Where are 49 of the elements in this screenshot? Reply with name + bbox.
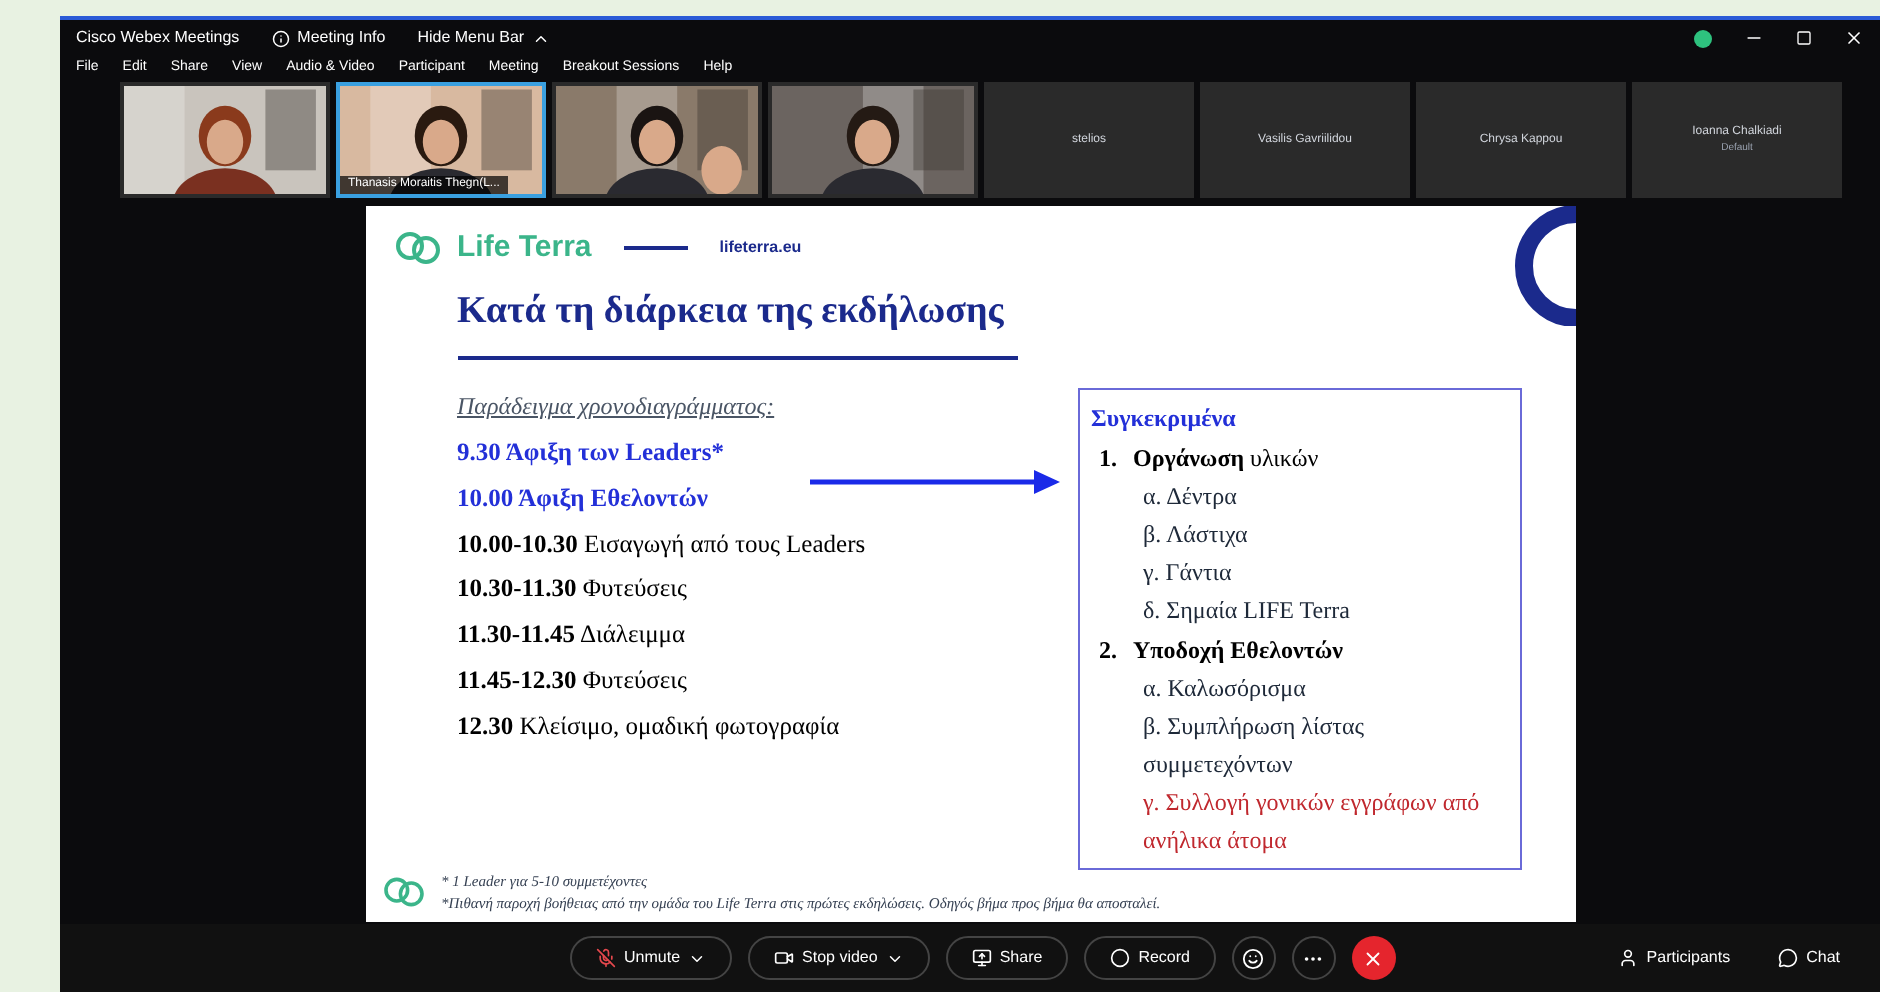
screen-share-icon — [971, 948, 992, 968]
sub-item: β. Συμπλήρωση λίστας συμμετεχόντων — [1141, 710, 1367, 782]
sub-item: α. Καλωσόρισμα — [1141, 672, 1308, 706]
schedule-row-text: 11.30-11.45 Διάλειμμα — [457, 618, 686, 652]
hide-menu-bar-button[interactable]: Hide Menu Bar — [417, 26, 551, 50]
reactions-button[interactable] — [1231, 936, 1276, 980]
close-icon — [1362, 947, 1385, 969]
side-button[interactable]: Participants — [1602, 946, 1747, 970]
logo-icon — [393, 228, 441, 269]
website-url: lifeterra.eu — [719, 236, 802, 261]
sub-item: α. Δέντρα — [1141, 480, 1239, 514]
toolbar-button[interactable]: Share — [945, 936, 1069, 980]
sub-item: β. Λάστιχα — [1141, 518, 1250, 552]
list-number: 1. — [1099, 442, 1117, 476]
status-icon — [1694, 29, 1712, 47]
meeting-info-button[interactable]: Meeting Info — [271, 26, 386, 50]
toolbar-button[interactable]: Stop video — [748, 936, 930, 980]
info-icon — [271, 29, 290, 47]
chat-icon — [1778, 948, 1799, 968]
window-title: Cisco Webex Meetings — [76, 26, 240, 50]
schedule-row-text: 10.00 Άφιξη Εθελοντών — [457, 481, 708, 516]
maximize-icon[interactable] — [1796, 30, 1812, 46]
logo-icon — [381, 873, 425, 910]
toolbar-button[interactable]: Record — [1084, 936, 1216, 980]
person-icon — [1618, 948, 1639, 968]
list-item: Οργάνωση υλικών — [1133, 442, 1319, 476]
list-item: Υποδοχή Εθελοντών — [1133, 634, 1343, 668]
schedule-row-text: 10.30-11.30 Φυτεύσεις — [457, 572, 687, 607]
leave-button[interactable] — [1351, 936, 1396, 980]
record-icon — [1110, 948, 1131, 968]
close-icon[interactable] — [1844, 28, 1864, 48]
toolbar-button[interactable]: Unmute — [570, 936, 733, 980]
sub-item: γ. Γάντια — [1141, 556, 1234, 590]
schedule-row-text: 11.45-12.30 Φυτεύσεις — [457, 663, 687, 698]
list-number: 2. — [1099, 634, 1117, 668]
camera-icon — [774, 948, 795, 968]
schedule-heading: Παράδειγμα χρονοδιαγράμματος: — [457, 390, 777, 424]
smiley-icon — [1242, 947, 1265, 969]
schedule-row-text: 10.00-10.30 Εισαγωγή από τους Leaders — [457, 527, 866, 562]
schedule-row-text: 9.30 Άφιξη των Leaders* — [457, 436, 724, 470]
slide-title: Κατά τη διάρκεια της εκδήλωσης — [457, 287, 1006, 335]
sub-item: δ. Σημαία LIFE Terra — [1141, 594, 1352, 628]
schedule-row-text: 12.30 Κλείσιμο, ομαδική φωτογραφία — [457, 709, 840, 744]
arrow-icon — [809, 470, 1059, 494]
details-heading: Συγκεκριμένα — [1091, 402, 1238, 436]
muted-mic-icon — [596, 948, 616, 968]
brand-name: Life Terra — [457, 228, 592, 268]
side-button[interactable]: Chat — [1762, 946, 1856, 970]
sub-item: γ. Συλλογή γονικών εγγράφων από ανήλικα άτομα — [1141, 786, 1482, 858]
